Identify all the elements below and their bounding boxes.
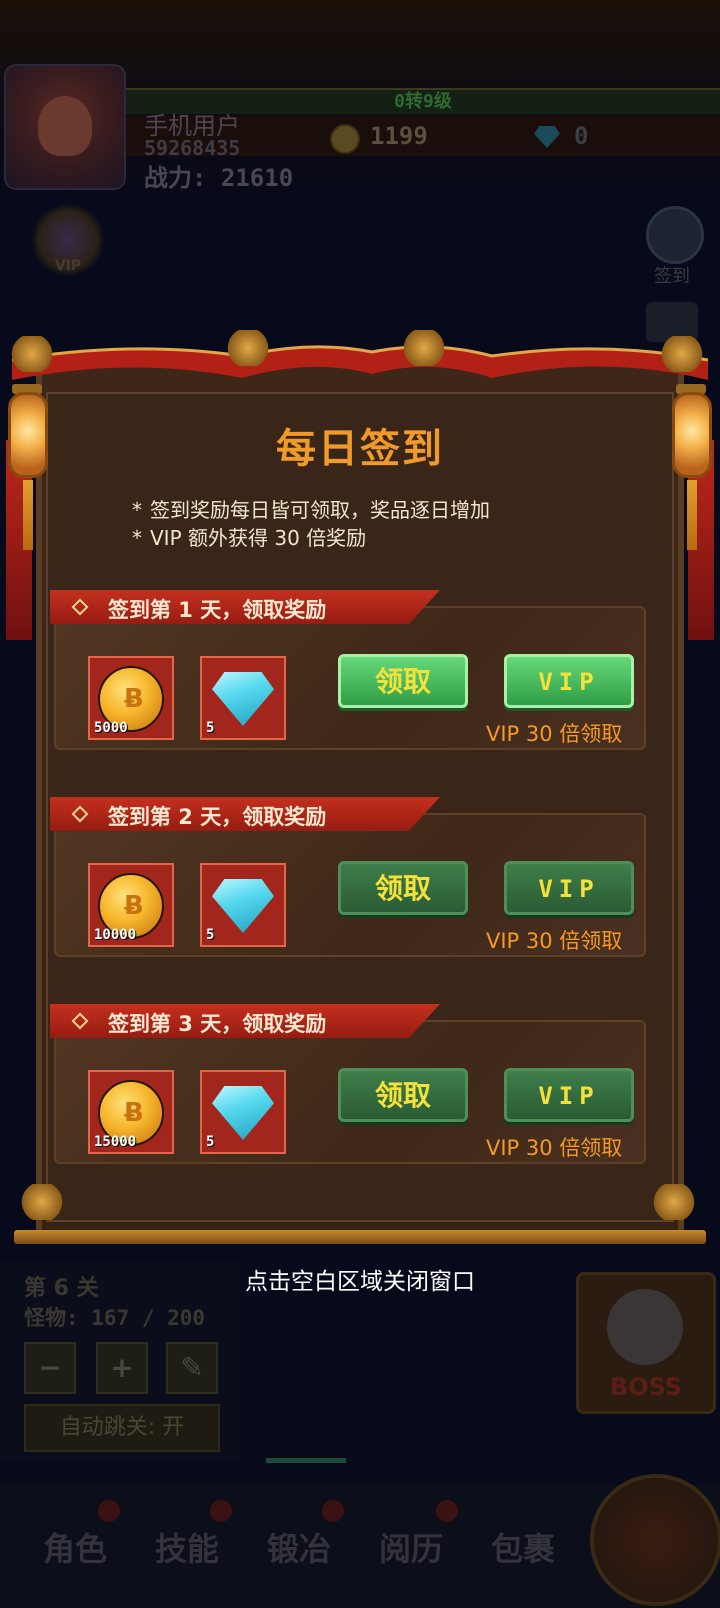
vip-badge-button[interactable]: VIP [30, 204, 106, 276]
coin-icon [330, 124, 360, 154]
signin-day-card: 签到第 2 天，领取奖励 Ƀ 10000 5 领取 VIP VIP 30 倍领取 [50, 797, 646, 957]
claim-button[interactable]: 领取 [338, 654, 468, 708]
vip-claim-button[interactable]: VIP [504, 654, 634, 708]
nav-forge[interactable]: 锻冶 [254, 1524, 344, 1570]
boss-label: BOSS [609, 1373, 683, 1401]
signin-clock-icon[interactable] [646, 206, 704, 264]
card-header-text: 签到第 1 天，领取奖励 [108, 598, 327, 622]
card-header-text: 签到第 3 天，领取奖励 [108, 1012, 327, 1036]
signin-label: 签到 [654, 266, 690, 287]
gold-dragon-ornament [20, 1184, 64, 1220]
vip-claim-button[interactable]: VIP [504, 861, 634, 915]
nav-skills[interactable]: 技能 [142, 1524, 232, 1570]
reward-diamond-slot: 5 [200, 1070, 286, 1154]
claim-button[interactable]: 领取 [338, 861, 468, 915]
lantern-tassel [23, 480, 33, 550]
reward-quantity: 15000 [94, 1134, 137, 1150]
reward-quantity: 5 [206, 1134, 215, 1150]
combat-power: 战力: 21610 [144, 164, 294, 192]
dragon-battle-button[interactable] [590, 1474, 720, 1606]
vip-bonus-note: VIP 30 倍领取 [486, 722, 623, 746]
progress-indicator [266, 1458, 346, 1463]
wrench-button[interactable]: ✎ [166, 1342, 218, 1394]
bullet-star-icon: * [132, 498, 142, 522]
auto-jump-toggle[interactable]: 自动跳关: 开 [24, 1404, 220, 1452]
gold-ornament [10, 336, 54, 372]
red-drape-decoration [12, 345, 708, 380]
reward-quantity: 5000 [94, 720, 128, 736]
reward-coin-slot: Ƀ 10000 [88, 863, 174, 947]
close-hint[interactable]: 点击空白区域关闭窗口 [0, 1262, 720, 1296]
rule-line-1: * 签到奖励每日皆可领取，奖品逐日增加 [132, 494, 490, 523]
skull-icon [607, 1289, 683, 1365]
avatar-face [38, 96, 92, 156]
vip-bonus-note: VIP 30 倍领取 [486, 929, 623, 953]
vip-claim-button[interactable]: VIP [504, 1068, 634, 1122]
diamond-icon [212, 1086, 274, 1140]
wrench-icon: ✎ [180, 1351, 204, 1384]
minus-button[interactable]: − [24, 1342, 76, 1394]
nav-character[interactable]: 角色 [30, 1524, 120, 1570]
gold-ornament [226, 330, 270, 366]
user-id: 59268435 [144, 136, 241, 160]
notification-dot [436, 1500, 458, 1522]
rule-text: VIP 额外获得 30 倍奖励 [150, 526, 367, 550]
rule-text: 签到奖励每日皆可领取，奖品逐日增加 [150, 498, 490, 522]
nav-experience[interactable]: 阅历 [366, 1524, 456, 1570]
claim-button[interactable]: 领取 [338, 1068, 468, 1122]
card-header-text: 签到第 2 天，领取奖励 [108, 805, 327, 829]
reward-diamond-slot: 5 [200, 863, 286, 947]
diamond-count: 0 [574, 122, 589, 150]
dialog-bottom-rail [14, 1230, 706, 1244]
reward-quantity: 5 [206, 927, 215, 943]
gold-dragon-ornament [652, 1184, 696, 1220]
reward-quantity: 10000 [94, 927, 137, 943]
reward-quantity: 5 [206, 720, 215, 736]
signin-day-card: 签到第 1 天，领取奖励 Ƀ 5000 5 领取 VIP VIP 30 倍领取 [50, 590, 646, 750]
avatar[interactable] [4, 64, 126, 190]
monster-count: 怪物: 167 / 200 [24, 1306, 206, 1330]
diamond-icon [212, 879, 274, 933]
gold-ornament [660, 336, 704, 372]
notification-dot [98, 1500, 120, 1522]
diamond-icon [212, 672, 274, 726]
plus-button[interactable]: + [96, 1342, 148, 1394]
gold-ornament [402, 330, 446, 366]
reward-coin-slot: Ƀ 15000 [88, 1070, 174, 1154]
bullet-star-icon: * [132, 526, 142, 550]
notification-dot [210, 1500, 232, 1522]
vip-badge-label: VIP [54, 258, 82, 274]
nav-bag[interactable]: 包裹 [478, 1524, 568, 1570]
dialog-title: 每日签到 [276, 426, 444, 472]
rule-line-2: * VIP 额外获得 30 倍奖励 [132, 522, 366, 551]
vip-bonus-note: VIP 30 倍领取 [486, 1136, 623, 1160]
reward-coin-slot: Ƀ 5000 [88, 656, 174, 740]
reward-diamond-slot: 5 [200, 656, 286, 740]
notification-dot [322, 1500, 344, 1522]
signin-day-card: 签到第 3 天，领取奖励 Ƀ 15000 5 领取 VIP VIP 30 倍领取 [50, 1004, 646, 1164]
coin-count: 1199 [370, 122, 428, 150]
lantern-tassel [687, 480, 697, 550]
